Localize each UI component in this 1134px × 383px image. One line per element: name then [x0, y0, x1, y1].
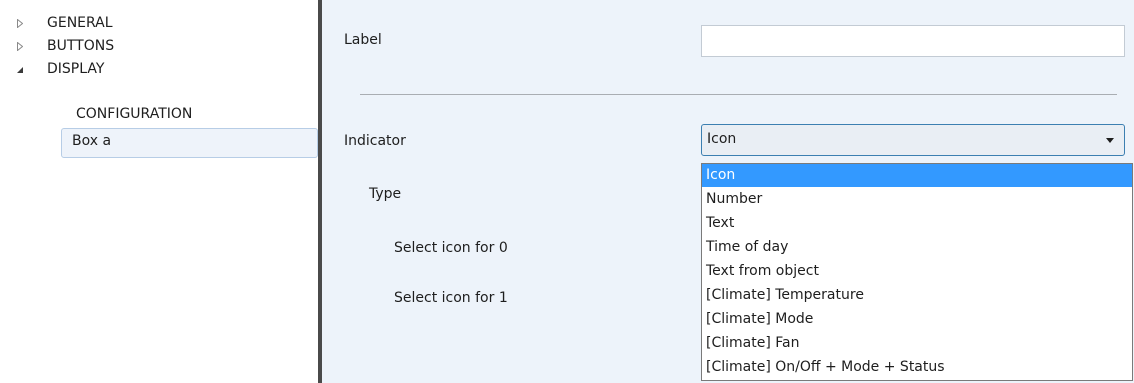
tree-item-label: CONFIGURATION — [76, 106, 193, 122]
indicator-field-label: Indicator — [344, 133, 406, 149]
tree-item-buttons[interactable]: BUTTONS — [0, 35, 318, 58]
tree-item-label: BUTTONS — [47, 38, 115, 54]
dropdown-option[interactable]: Text from object — [702, 260, 1132, 283]
tree-item-label: DISPLAY — [47, 61, 105, 77]
dropdown-option[interactable]: Number — [702, 188, 1132, 211]
tree-item-label: Box a — [72, 133, 112, 149]
expand-arrow-icon[interactable] — [15, 35, 25, 58]
label-input[interactable] — [701, 25, 1125, 57]
type-field-label: Type — [369, 186, 402, 202]
icon-1-field-label: Select icon for 1 — [394, 290, 508, 306]
indicator-dropdown[interactable]: Icon — [701, 124, 1125, 156]
collapse-arrow-icon[interactable] — [15, 58, 25, 81]
tree-item-display[interactable]: DISPLAY — [0, 58, 318, 81]
tree-item-configuration[interactable]: CONFIGURATION — [0, 103, 318, 126]
dropdown-option[interactable]: Time of day — [702, 236, 1132, 259]
dropdown-option[interactable]: [Climate] Temperature — [702, 284, 1132, 307]
dropdown-option[interactable]: Icon — [702, 164, 1132, 187]
dropdown-option[interactable]: [Climate] Fan — [702, 332, 1132, 355]
tree-item-box-a[interactable]: Box a — [61, 128, 318, 158]
dropdown-option[interactable]: [Climate] Mode — [702, 308, 1132, 331]
label-field-label: Label — [344, 32, 382, 48]
dropdown-option[interactable]: Text — [702, 212, 1132, 235]
parameter-tree: GENERAL BUTTONS DISPLAY CONFIGURATION Bo… — [0, 0, 318, 383]
chevron-down-icon — [1106, 138, 1114, 143]
icon-0-field-label: Select icon for 0 — [394, 240, 508, 256]
expand-arrow-icon[interactable] — [15, 12, 25, 35]
indicator-selected-value: Icon — [707, 131, 737, 147]
tree-item-label: GENERAL — [47, 15, 113, 31]
section-divider — [360, 94, 1117, 95]
indicator-dropdown-list: Icon Number Text Time of day Text from o… — [701, 163, 1133, 381]
tree-item-general[interactable]: GENERAL — [0, 12, 318, 35]
dropdown-option[interactable]: [Climate] On/Off + Mode + Status — [702, 356, 1132, 379]
